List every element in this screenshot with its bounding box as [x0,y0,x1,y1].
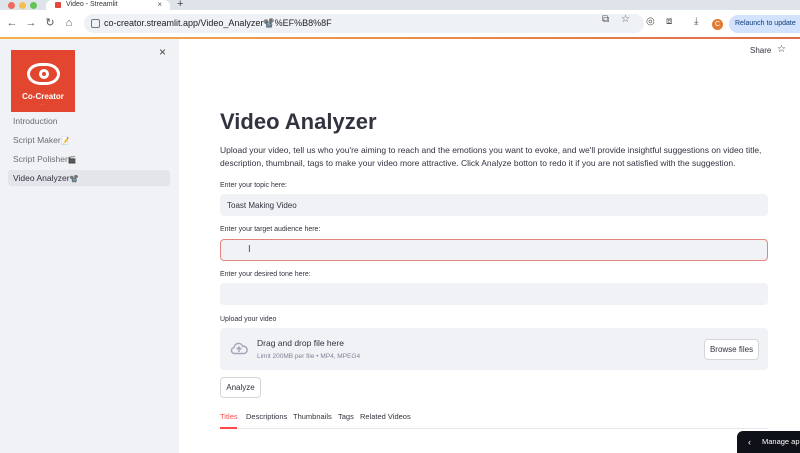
sidebar-item-script-polisher[interactable]: Script Polisher🎬 [8,151,170,167]
browser-tab-bar: Video - Streamlit × + [0,0,800,10]
share-button[interactable]: Share [750,46,771,55]
dropzone-title: Drag and drop file here [257,338,344,348]
site-info-icon[interactable] [91,19,100,28]
browser-tab[interactable]: Video - Streamlit × [46,0,170,10]
address-bar[interactable]: co-creator.streamlit.app/Video_Analyzer📽… [84,14,644,33]
extensions-puzzle-icon[interactable]: ⧈ [666,16,672,27]
sidebar-item-introduction[interactable]: Introduction [8,113,170,129]
sidebar-item-label: Script Maker [13,135,61,145]
extension-icon[interactable]: ◎ [646,16,655,27]
active-tab-indicator [220,427,237,429]
sidebar-close-icon[interactable]: × [159,45,166,59]
tone-label: Enter your desired tone here: [220,271,311,278]
app-logo: Co-Creator ······ [11,50,75,112]
tab-titles[interactable]: Titles [220,412,238,421]
new-tab-button[interactable]: + [177,0,183,10]
manage-app-label: Manage app [762,437,800,446]
logo-pupil-inner [42,72,46,76]
manage-app-button[interactable]: ‹ Manage app [737,431,800,453]
window-minimize-dot[interactable] [19,2,26,9]
sidebar: × Co-Creator ······ Introduction Script … [0,39,179,453]
topic-label: Enter your topic here: [220,182,287,189]
tab-thumbnails[interactable]: Thumbnails [293,412,332,421]
home-icon[interactable]: ⌂ [62,16,76,30]
text-cursor-icon: I [248,244,251,255]
dropzone-limits: Limit 200MB per file • MP4, MPEG4 [257,353,361,360]
browser-tab-title: Video - Streamlit [66,1,118,8]
download-icon[interactable]: ⤓ [694,16,698,27]
reload-icon[interactable]: ↻ [43,16,57,30]
url-text: co-creator.streamlit.app/Video_Analyzer📽… [104,18,332,28]
logo-subtext-decoration: ······ [40,102,46,106]
streamlit-favicon-icon [55,2,61,8]
sidebar-item-label: Introduction [13,116,58,126]
page-title: Video Analyzer [220,109,377,134]
page-description: Upload your video, tell us who you're ai… [220,145,762,168]
film-projector-emoji-icon: 📽️ [69,176,79,183]
back-icon[interactable]: ← [5,16,19,30]
chevron-left-icon: ‹ [748,437,751,447]
file-uploader-dropzone[interactable]: Drag and drop file here Limit 200MB per … [220,328,768,370]
window-zoom-dot[interactable] [30,2,37,9]
topic-input-value: Toast Making Video [227,201,297,210]
clapper-emoji-icon: 🎬 [67,157,77,164]
profile-avatar[interactable]: C [712,19,723,30]
favorite-star-icon[interactable]: ☆ [777,44,786,55]
analyze-button[interactable]: Analyze [220,377,261,398]
browse-files-button[interactable]: Browse files [704,339,759,360]
sidebar-item-script-maker[interactable]: Script Maker📝 [8,132,170,148]
cloud-upload-icon [230,342,248,355]
tab-tags[interactable]: Tags [338,412,354,421]
sidebar-item-label: Video Analyzer [13,173,70,183]
tab-descriptions[interactable]: Descriptions [246,412,287,421]
browser-toolbar: ← → ↻ ⌂ co-creator.streamlit.app/Video_A… [0,10,800,38]
topic-input[interactable]: Toast Making Video [220,194,768,216]
relaunch-button[interactable]: Relaunch to update [729,15,800,33]
tab-related-videos[interactable]: Related Videos [360,412,411,421]
bookmark-star-icon[interactable]: ☆ [621,14,630,25]
tab-close-icon[interactable]: × [157,0,162,9]
tabs-divider [220,428,768,429]
audience-label: Enter your target audience here: [220,226,321,233]
install-app-icon[interactable]: ⧉ [602,14,609,25]
tone-input[interactable] [220,283,768,305]
sidebar-item-label: Script Polisher [13,154,68,164]
upload-label: Upload your video [220,316,277,323]
logo-text: Co-Creator [22,92,64,101]
memo-emoji-icon: 📝 [60,138,70,145]
audience-input[interactable]: I [220,239,768,261]
forward-icon[interactable]: → [24,16,38,30]
window-close-dot[interactable] [8,2,15,9]
sidebar-item-video-analyzer[interactable]: Video Analyzer📽️ [8,170,170,186]
